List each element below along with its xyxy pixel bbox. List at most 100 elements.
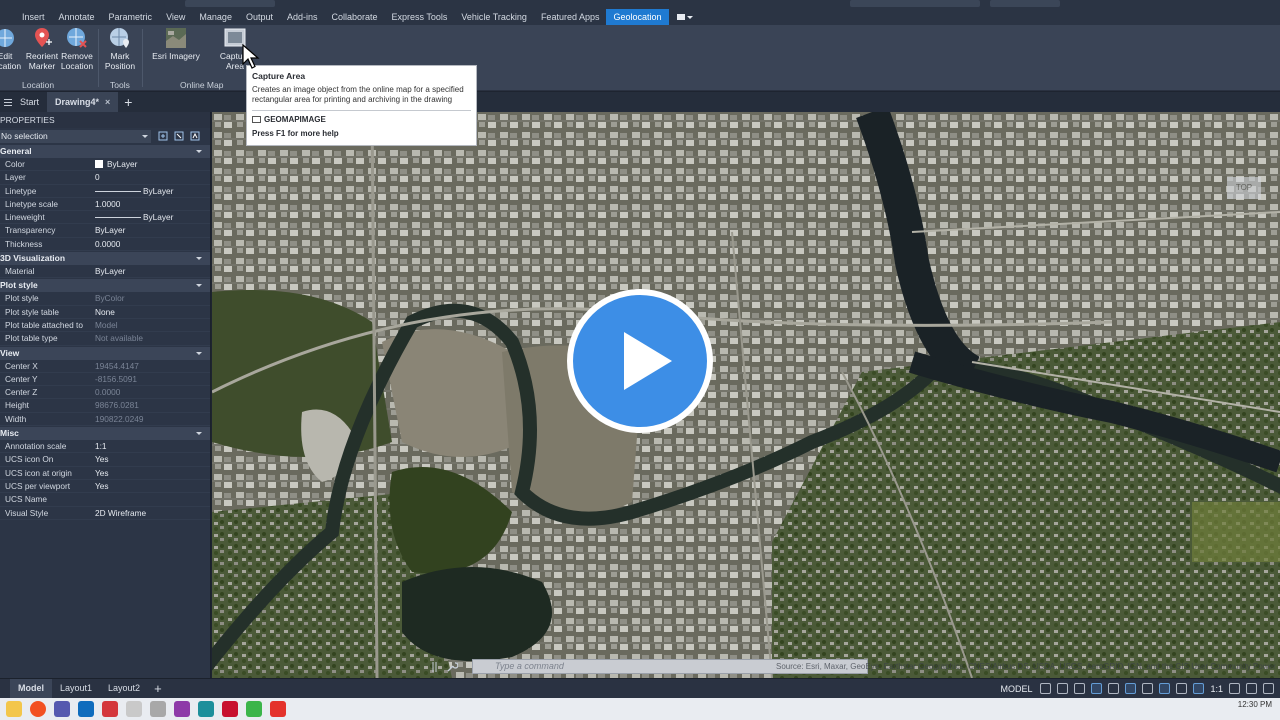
system-clock[interactable]: 12:30 PM [1238, 701, 1272, 709]
property-row[interactable]: Linetype scale 1.0000 [0, 198, 210, 212]
mark-position-button[interactable]: Mark Position [103, 27, 137, 71]
property-row[interactable]: Plot table attached to Model [0, 319, 210, 333]
tab-output[interactable]: Output [239, 9, 280, 25]
property-row[interactable]: Width 190822.0249 [0, 413, 210, 427]
play-button[interactable] [567, 289, 713, 433]
property-row[interactable]: Plot style table None [0, 306, 210, 319]
workspace-icon[interactable] [1176, 683, 1188, 694]
toggle-pickadd-icon[interactable] [158, 131, 168, 141]
property-row[interactable]: Linetype ByLayer [0, 185, 210, 198]
tab-insert[interactable]: Insert [0, 9, 52, 25]
model-space-toggle[interactable]: MODEL [1000, 684, 1032, 694]
new-tab-button[interactable]: + [124, 94, 132, 110]
geolocation-icon[interactable] [1159, 683, 1171, 694]
property-row[interactable]: Color ByLayer [0, 158, 210, 172]
skype-icon[interactable] [198, 701, 214, 717]
group-separator [142, 29, 143, 87]
tab-start[interactable]: Start [12, 92, 47, 112]
property-row[interactable]: Plot style ByColor [0, 292, 210, 306]
annotation-visibility-icon[interactable] [1142, 683, 1154, 694]
annotation-scale-value[interactable]: 1:1 [1210, 684, 1223, 694]
autocad-icon[interactable] [222, 701, 238, 717]
tab-vehicle-tracking[interactable]: Vehicle Tracking [454, 9, 534, 25]
tab-express-tools[interactable]: Express Tools [385, 9, 455, 25]
tab-add-ins[interactable]: Add-ins [280, 9, 325, 25]
outlook-icon[interactable] [78, 701, 94, 717]
quick-access-file[interactable] [185, 0, 275, 7]
property-row[interactable]: UCS icon at origin Yes [0, 467, 210, 480]
property-row[interactable]: Plot table type Not available [0, 332, 210, 346]
tab-collaborate[interactable]: Collaborate [325, 9, 385, 25]
app-icon[interactable] [150, 701, 166, 717]
tab-geolocation[interactable]: Geolocation [606, 9, 669, 25]
camtasia-icon[interactable] [174, 701, 190, 717]
help-search-box[interactable] [850, 0, 980, 7]
remove-location-button[interactable]: Remove Location [60, 27, 94, 71]
property-row[interactable]: Center Z 0.0000 [0, 386, 210, 400]
ortho-icon[interactable] [1074, 683, 1086, 694]
viewcube[interactable]: TOP [1227, 177, 1261, 199]
customize-icon[interactable] [1263, 683, 1274, 694]
tab-featured-apps[interactable]: Featured Apps [534, 9, 607, 25]
file-explorer-icon[interactable] [6, 701, 22, 717]
add-layout-button[interactable]: + [154, 681, 162, 696]
grid-icon[interactable] [1040, 683, 1052, 694]
property-row[interactable]: UCS icon On Yes [0, 453, 210, 467]
property-row[interactable]: UCS Name [0, 493, 210, 507]
tab-view[interactable]: View [159, 9, 192, 25]
category-plot-style[interactable]: Plot style [0, 279, 210, 293]
snap-icon[interactable] [1057, 683, 1069, 694]
grip-icon[interactable] [432, 661, 438, 673]
wrench-icon[interactable] [446, 661, 458, 673]
menu-icon[interactable] [4, 97, 12, 108]
property-row[interactable]: Visual Style 2D Wireframe [0, 507, 210, 520]
osnap-icon[interactable] [1108, 683, 1120, 694]
app-red-icon[interactable] [270, 701, 286, 717]
drawing-viewport[interactable]: TOP [212, 112, 1280, 678]
app-icon[interactable] [126, 701, 142, 717]
annotation-scale-icon[interactable] [1193, 683, 1205, 694]
select-objects-icon[interactable] [174, 131, 184, 141]
property-row[interactable]: Layer 0 [0, 171, 210, 185]
tab-parametric[interactable]: Parametric [102, 9, 160, 25]
property-row[interactable]: Center X 19454.4147 [0, 360, 210, 373]
polar-icon[interactable] [1091, 683, 1103, 694]
selection-dropdown[interactable]: No selection [0, 130, 151, 143]
property-row[interactable]: Height 98676.0281 [0, 399, 210, 413]
quick-select-icon[interactable] [190, 131, 200, 141]
tab-annotate[interactable]: Annotate [52, 9, 102, 25]
category-general[interactable]: General [0, 145, 210, 158]
tab-manage[interactable]: Manage [192, 9, 239, 25]
edit-location-button[interactable]: Edit Location [0, 27, 22, 71]
property-row[interactable]: Lineweight ByLayer [0, 211, 210, 225]
property-key: Linetype scale [5, 198, 59, 209]
property-row[interactable]: Annotation scale 1:1 [0, 440, 210, 454]
esri-imagery-button[interactable]: Esri Imagery [150, 27, 202, 61]
plus-icon[interactable] [1246, 683, 1257, 694]
reorient-marker-button[interactable]: Reorient Marker [25, 27, 59, 71]
ribbon-options-button[interactable] [676, 13, 697, 21]
camtasia-recorder-icon[interactable] [246, 701, 262, 717]
property-value: ByLayer [143, 185, 174, 196]
tab-drawing[interactable]: Drawing4* × [47, 92, 119, 112]
property-row[interactable]: Material ByLayer [0, 265, 210, 279]
sign-in[interactable] [990, 0, 1060, 7]
close-icon[interactable]: × [105, 97, 110, 107]
property-row[interactable]: Transparency ByLayer [0, 224, 210, 238]
category-misc[interactable]: Misc [0, 427, 210, 441]
teams-icon[interactable] [54, 701, 70, 717]
property-row[interactable]: Center Y -8156.5091 [0, 373, 210, 387]
globe-pin-icon [110, 28, 129, 48]
tab-layout2[interactable]: Layout2 [100, 679, 148, 698]
chrome-icon[interactable] [30, 701, 46, 717]
tab-layout1[interactable]: Layout1 [52, 679, 100, 698]
category-3d-visualization[interactable]: 3D Visualization [0, 252, 210, 266]
category-view[interactable]: View [0, 346, 210, 360]
tab-model[interactable]: Model [10, 679, 52, 698]
snagit-icon[interactable] [102, 701, 118, 717]
selection-cycling-icon[interactable] [1125, 683, 1137, 694]
property-key: Thickness [5, 238, 43, 249]
property-row[interactable]: Thickness 0.0000 [0, 238, 210, 252]
gear-icon[interactable] [1229, 683, 1240, 694]
property-row[interactable]: UCS per viewport Yes [0, 480, 210, 494]
